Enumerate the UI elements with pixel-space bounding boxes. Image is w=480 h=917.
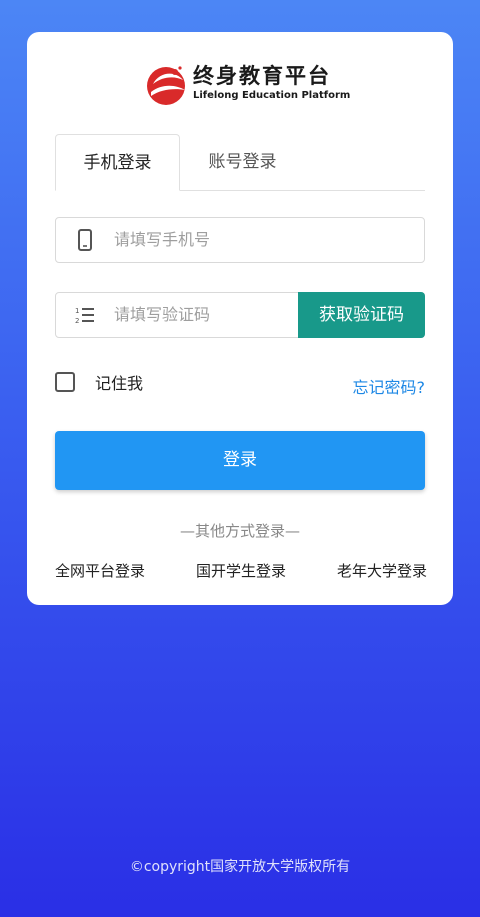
list-number-icon: 1 2 [75, 307, 94, 325]
login-tabs: 手机登录 账号登录 [55, 134, 425, 191]
svg-text:1: 1 [75, 307, 79, 315]
login-button[interactable]: 登录 [55, 431, 425, 490]
other-login-options: 全网平台登录 国开学生登录 老年大学登录 [55, 560, 427, 582]
phone-input[interactable] [114, 218, 334, 262]
tab-phone-login[interactable]: 手机登录 [55, 134, 180, 191]
remember-label: 记住我 [95, 374, 144, 393]
brand-logo-icon [147, 66, 185, 105]
get-code-button[interactable]: 获取验证码 [298, 292, 425, 338]
phone-icon [78, 229, 92, 251]
login-card: 终身教育平台 Lifelong Education Platform 手机登录 … [27, 32, 453, 605]
brand-name-en: Lifelong Education Platform [193, 90, 351, 101]
phone-field [55, 217, 425, 263]
tab-account-login[interactable]: 账号登录 [180, 134, 305, 190]
forgot-password-link[interactable]: 忘记密码? [353, 374, 426, 398]
svg-text:2: 2 [75, 317, 79, 325]
copyright-text: ©copyright国家开放大学版权所有 [129, 859, 351, 875]
network-platform-login-link[interactable]: 全网平台登录 [55, 560, 145, 581]
senior-university-login-link[interactable]: 老年大学登录 [337, 560, 427, 581]
code-field: 1 2 获取验证码 [55, 292, 425, 338]
brand-name-cn: 终身教育平台 [193, 64, 331, 88]
ouc-student-login-link[interactable]: 国开学生登录 [196, 560, 286, 581]
brand-logo: 终身教育平台 Lifelong Education Platform [145, 60, 350, 108]
remember-checkbox[interactable] [55, 372, 75, 392]
other-login-title: —其他方式登录— [179, 522, 300, 540]
